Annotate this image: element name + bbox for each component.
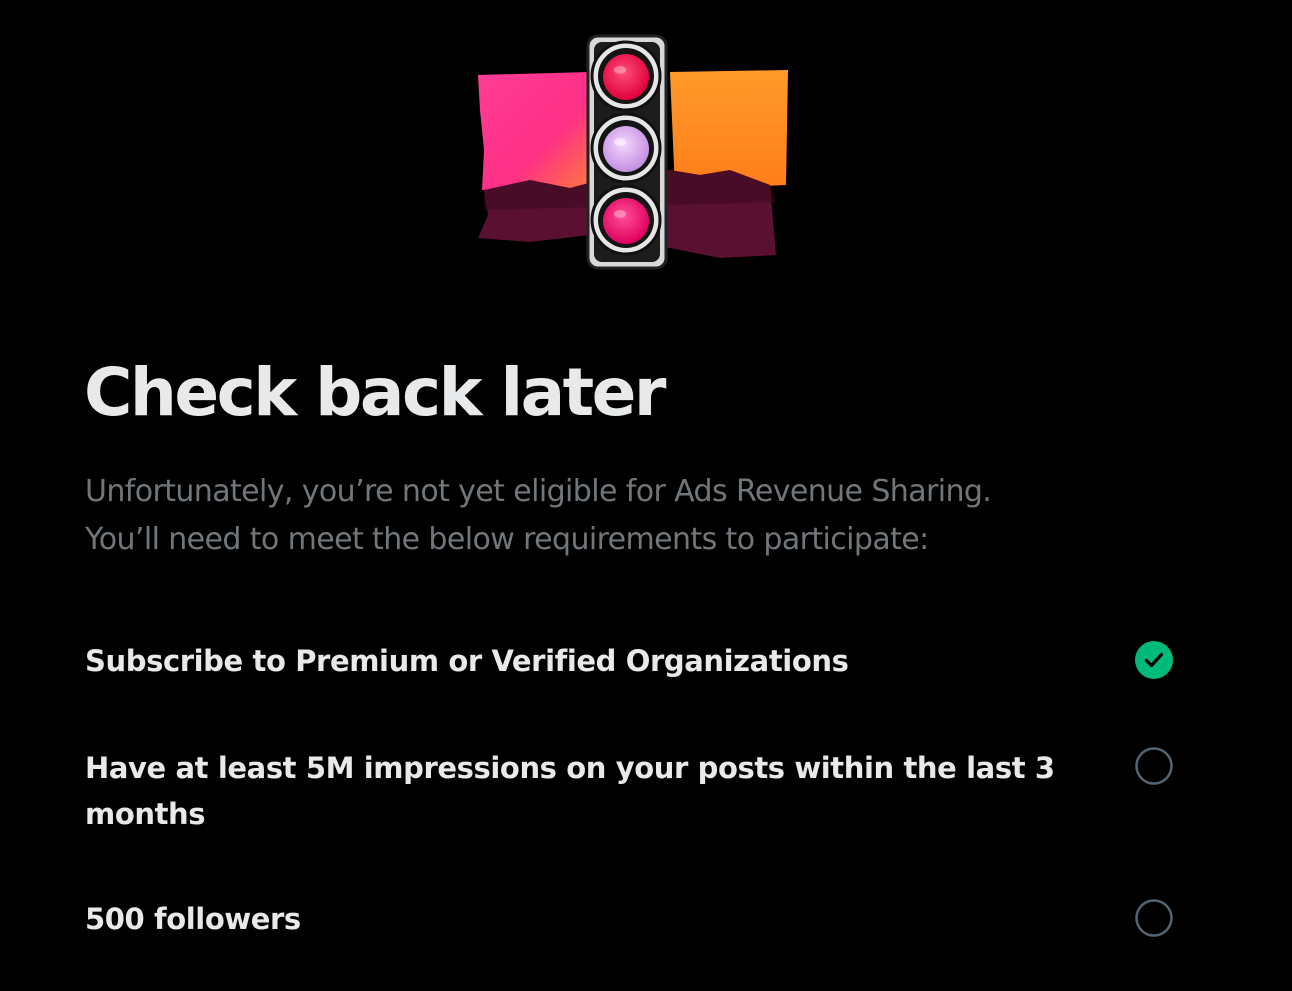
subtitle-line-1: Unfortunately, you’re not yet eligible f…: [85, 474, 992, 509]
traffic-light-icon: [478, 34, 788, 270]
subtitle-line-2: You’ll need to meet the below requiremen…: [85, 522, 929, 557]
red-light: [603, 54, 649, 100]
page-subtitle: Unfortunately, you’re not yet eligible f…: [85, 468, 1185, 564]
requirement-premium: Subscribe to Premium or Verified Organiz…: [85, 638, 1195, 684]
page-title: Check back later: [84, 354, 666, 431]
traffic-light-illustration: [470, 30, 800, 275]
requirement-label: Have at least 5M impressions on your pos…: [85, 751, 1055, 831]
magenta-light: [603, 198, 649, 244]
requirement-impressions: Have at least 5M impressions on your pos…: [85, 745, 1195, 837]
empty-circle-icon: [1134, 746, 1174, 786]
pink-panel: [478, 72, 592, 190]
requirement-followers: 500 followers: [85, 896, 1195, 942]
requirement-label: Subscribe to Premium or Verified Organiz…: [85, 644, 849, 678]
lilac-light: [603, 126, 649, 172]
check-circle-icon: [1134, 640, 1174, 680]
empty-circle-icon: [1134, 898, 1174, 938]
requirement-label: 500 followers: [85, 902, 301, 936]
